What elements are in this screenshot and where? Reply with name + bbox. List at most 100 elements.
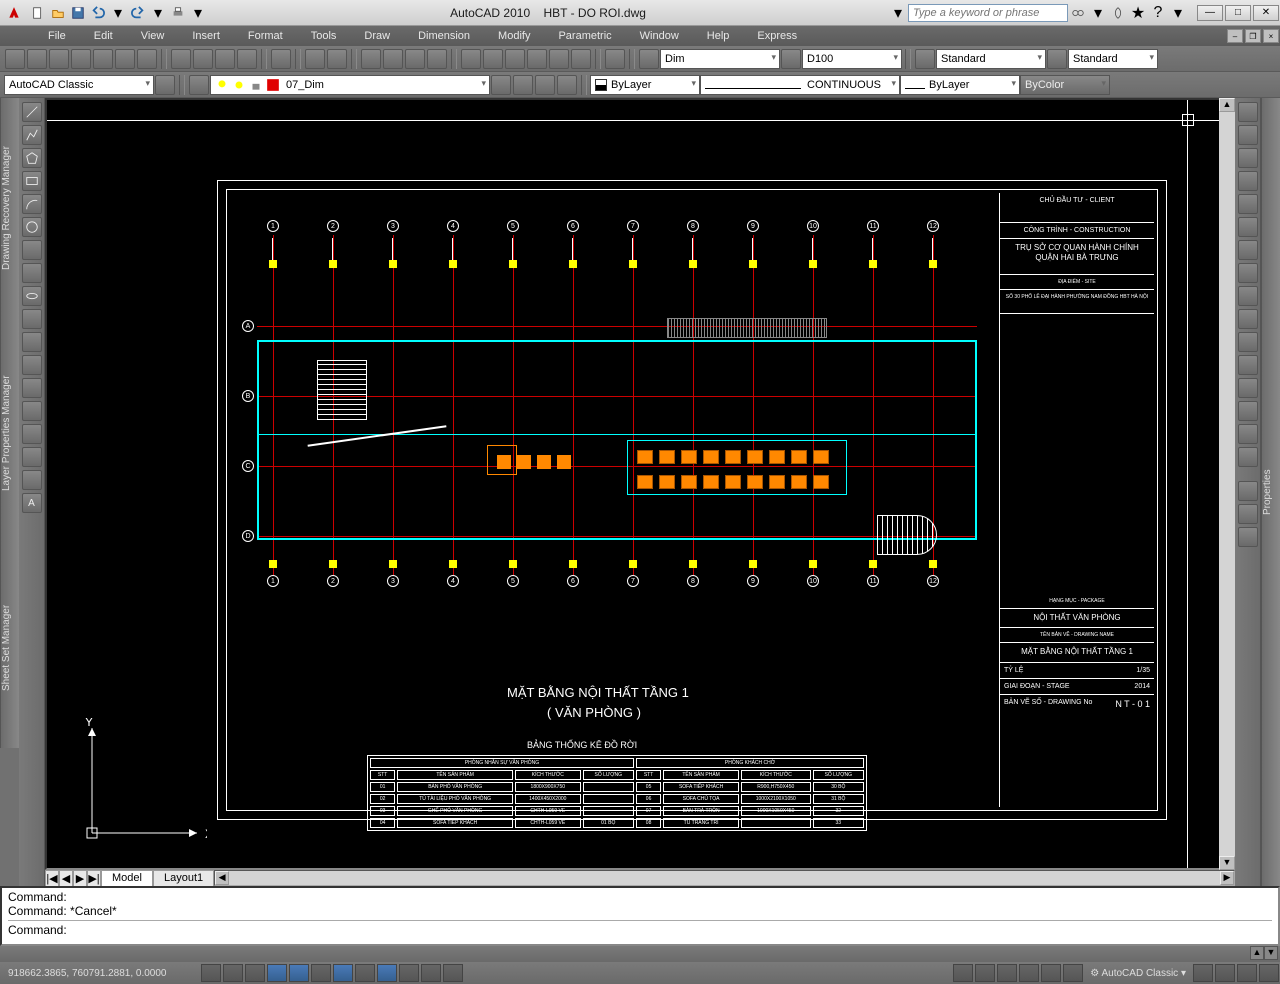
layer-icon[interactable] bbox=[189, 75, 209, 95]
menu-view[interactable]: View bbox=[127, 30, 179, 42]
zoomprev-icon[interactable] bbox=[405, 49, 425, 69]
stretch-icon[interactable] bbox=[1238, 286, 1258, 306]
cleanscreen-icon[interactable] bbox=[1259, 964, 1279, 982]
lwt-toggle[interactable] bbox=[399, 964, 419, 982]
vscrollbar[interactable]: ▲ ▼ bbox=[1219, 98, 1235, 870]
circle-icon[interactable] bbox=[22, 217, 42, 237]
scale2-icon[interactable] bbox=[1238, 263, 1258, 283]
qat-drop-2[interactable]: ▾ bbox=[148, 3, 168, 23]
close-button[interactable]: ✕ bbox=[1253, 5, 1279, 21]
minimize-button[interactable]: — bbox=[1197, 5, 1223, 21]
line-icon[interactable] bbox=[22, 102, 42, 122]
palette-tab-recovery[interactable]: Drawing Recovery Manager bbox=[0, 98, 19, 318]
mdi-close[interactable]: × bbox=[1263, 29, 1279, 43]
qat-config[interactable]: ▾ bbox=[188, 3, 208, 23]
paste-icon[interactable] bbox=[215, 49, 235, 69]
qselect-icon[interactable] bbox=[1238, 504, 1258, 524]
annovisibility-icon[interactable] bbox=[1041, 964, 1061, 982]
coords-display[interactable]: 918662.3865, 760791.2881, 0.0000 bbox=[0, 968, 200, 979]
arc-icon[interactable] bbox=[22, 194, 42, 214]
layermatch-icon[interactable] bbox=[535, 75, 555, 95]
layermgr-icon[interactable] bbox=[513, 75, 533, 95]
key-icon[interactable]: ▾ bbox=[1088, 3, 1108, 23]
mtext-icon[interactable]: A bbox=[22, 493, 42, 513]
ortho-toggle[interactable] bbox=[245, 964, 265, 982]
dimstyle-dropdown[interactable]: Dim bbox=[660, 49, 780, 69]
menu-window[interactable]: Window bbox=[626, 30, 693, 42]
textstyle-icon[interactable] bbox=[915, 49, 935, 69]
dyn-toggle[interactable] bbox=[377, 964, 397, 982]
redo-icon[interactable] bbox=[327, 49, 347, 69]
tab-last[interactable]: ▶| bbox=[87, 870, 101, 886]
menu-draw[interactable]: Draw bbox=[350, 30, 404, 42]
infocenter-search[interactable] bbox=[908, 4, 1068, 22]
menu-modify[interactable]: Modify bbox=[484, 30, 544, 42]
lock-ui-icon[interactable] bbox=[1193, 964, 1213, 982]
osnap-toggle[interactable] bbox=[289, 964, 309, 982]
star-icon[interactable]: ★ bbox=[1128, 3, 1148, 23]
array-icon[interactable] bbox=[1238, 194, 1258, 214]
plotstyle-dropdown[interactable]: ByColor bbox=[1020, 75, 1110, 95]
menu-help[interactable]: Help bbox=[693, 30, 744, 42]
qc-icon[interactable] bbox=[571, 49, 591, 69]
ssm-icon[interactable] bbox=[527, 49, 547, 69]
help-icon[interactable]: ? bbox=[1148, 3, 1168, 23]
snap-toggle[interactable] bbox=[201, 964, 221, 982]
qview-layouts[interactable] bbox=[975, 964, 995, 982]
annoscale-icon[interactable] bbox=[1019, 964, 1039, 982]
infocenter-drop[interactable]: ▾ bbox=[888, 3, 908, 23]
hatch-icon[interactable] bbox=[22, 401, 42, 421]
menu-file[interactable]: File bbox=[34, 30, 80, 42]
scroll-down-icon[interactable]: ▼ bbox=[1219, 856, 1235, 870]
ellipse-icon[interactable] bbox=[22, 286, 42, 306]
workspace-dropdown[interactable]: AutoCAD Classic bbox=[4, 75, 154, 95]
save-icon[interactable] bbox=[49, 49, 69, 69]
tab-prev[interactable]: ◀ bbox=[59, 870, 73, 886]
redo-button[interactable] bbox=[128, 3, 148, 23]
point-icon[interactable] bbox=[22, 378, 42, 398]
gradient-icon[interactable] bbox=[22, 424, 42, 444]
publish-icon[interactable] bbox=[115, 49, 135, 69]
scroll-left-icon[interactable]: ◀ bbox=[215, 871, 229, 885]
grid-toggle[interactable] bbox=[223, 964, 243, 982]
sc-toggle[interactable] bbox=[443, 964, 463, 982]
blockedit-icon[interactable] bbox=[271, 49, 291, 69]
print-button[interactable] bbox=[168, 3, 188, 23]
hscrollbar[interactable]: ◀ ▶ bbox=[214, 870, 1235, 886]
zoomwin-icon[interactable] bbox=[427, 49, 447, 69]
help-drop[interactable]: ▾ bbox=[1168, 3, 1188, 23]
rectangle-icon[interactable] bbox=[22, 171, 42, 191]
explode-icon[interactable] bbox=[1238, 447, 1258, 467]
palette-tab-sheetset[interactable]: Sheet Set Manager bbox=[0, 548, 19, 748]
rotate-icon[interactable] bbox=[1238, 240, 1258, 260]
layout1-tab[interactable]: Layout1 bbox=[153, 870, 214, 886]
scale-dropdown[interactable]: D100 bbox=[802, 49, 902, 69]
qat-drop-1[interactable]: ▾ bbox=[108, 3, 128, 23]
chamfer-icon[interactable] bbox=[1238, 401, 1258, 421]
undo-icon[interactable] bbox=[305, 49, 325, 69]
mdi-minimize[interactable]: – bbox=[1227, 29, 1243, 43]
qp-toggle[interactable] bbox=[421, 964, 441, 982]
tp-icon[interactable] bbox=[505, 49, 525, 69]
menu-tools[interactable]: Tools bbox=[297, 30, 351, 42]
table-icon[interactable] bbox=[1047, 49, 1067, 69]
annoauto-icon[interactable] bbox=[1063, 964, 1083, 982]
cut-icon[interactable] bbox=[171, 49, 191, 69]
color-dropdown[interactable]: ByLayer bbox=[590, 75, 700, 95]
drawing-canvas[interactable]: CHỦ ĐẦU TƯ - CLIENT CÔNG TRÌNH - CONSTRU… bbox=[45, 98, 1235, 870]
copy2-icon[interactable] bbox=[1238, 125, 1258, 145]
palette-tab-layerprops[interactable]: Layer Properties Manager bbox=[0, 318, 19, 548]
undo-button[interactable] bbox=[88, 3, 108, 23]
model-tab[interactable]: Model bbox=[101, 870, 153, 886]
props-icon[interactable] bbox=[461, 49, 481, 69]
pline-icon[interactable] bbox=[22, 125, 42, 145]
menu-edit[interactable]: Edit bbox=[80, 30, 127, 42]
cmd-scroll-down[interactable]: ▼ bbox=[1264, 946, 1278, 960]
break-icon[interactable] bbox=[1238, 355, 1258, 375]
layeriso-icon[interactable] bbox=[557, 75, 577, 95]
open-icon[interactable] bbox=[27, 49, 47, 69]
scroll-right-icon[interactable]: ▶ bbox=[1220, 871, 1234, 885]
3dosnap-toggle[interactable] bbox=[311, 964, 331, 982]
qcalc-icon[interactable] bbox=[1238, 527, 1258, 547]
zoomrt-icon[interactable] bbox=[383, 49, 403, 69]
